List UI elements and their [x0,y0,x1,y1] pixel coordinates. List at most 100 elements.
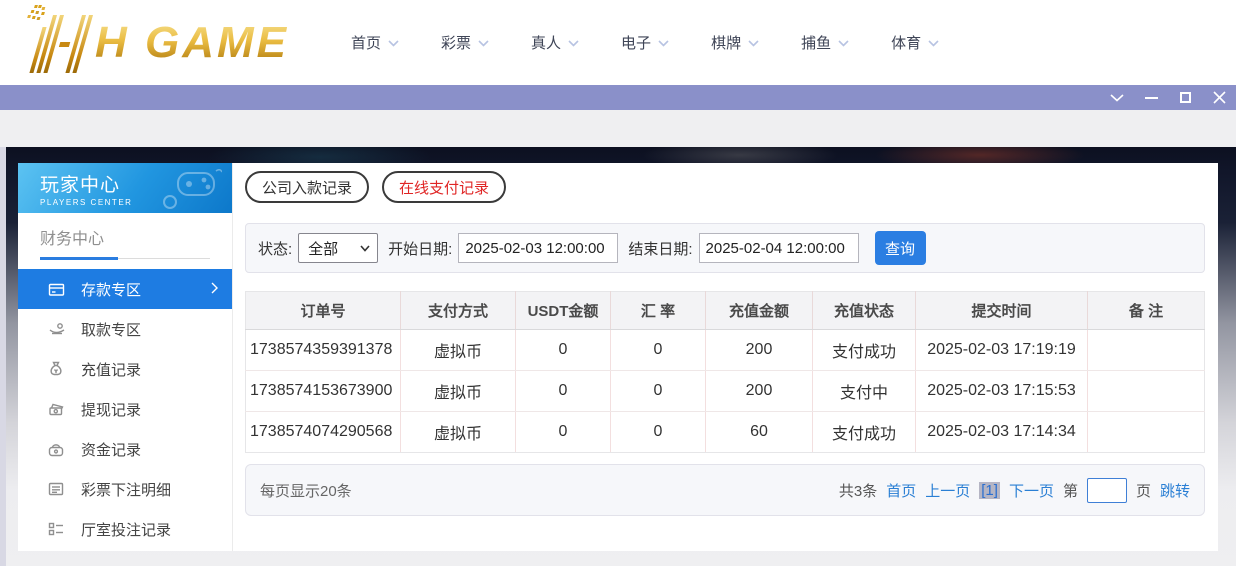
site-header: H GAME 首页 彩票 真人 电子 棋牌 [0,0,1236,85]
cell-usdt-amount: 0 [516,330,611,371]
tab-online-payment-records[interactable]: 在线支付记录 [382,171,506,203]
col-header-order-no: 订单号 [246,292,401,330]
window-minimize-icon[interactable] [1144,91,1158,105]
chevron-down-icon [388,40,399,47]
chevron-right-icon [211,282,218,294]
next-page-link[interactable]: 下一页 [1009,480,1054,501]
prev-page-link[interactable]: 上一页 [925,480,970,501]
per-page-label: 每页显示20条 [260,480,352,501]
sidebar-item-label: 资金记录 [81,439,141,460]
money-bag-icon [48,361,66,377]
sidebar-header: 玩家中心 PLAYERS CENTER [18,163,232,213]
cell-submit-time: 2025-02-03 17:15:53 [916,371,1088,412]
page-prefix-label: 第 [1063,480,1078,501]
chevron-down-icon [360,245,370,252]
sidebar-item-hall-bet-records[interactable]: 厅室投注记录 [18,509,232,549]
nav-item-board-games[interactable]: 棋牌 [711,32,759,53]
col-header-usdt-amount: USDT金额 [516,292,611,330]
sidebar-item-label: 彩票下注明细 [81,479,171,500]
left-scroll-strip [0,147,6,566]
sidebar-section-title: 财务中心 [40,225,210,259]
page-number-input[interactable] [1087,478,1127,503]
cell-payment-method: 虚拟币 [401,371,516,412]
app-window: H GAME 首页 彩票 真人 电子 棋牌 [0,0,1236,566]
logo-dots-decoration [34,5,38,8]
main-nav: 首页 彩票 真人 电子 棋牌 捕鱼 [351,32,939,53]
chevron-down-icon [568,40,579,47]
cell-payment-method: 虚拟币 [401,412,516,453]
cell-exchange-rate: 0 [611,412,706,453]
col-header-recharge-amount: 充值金额 [706,292,813,330]
deposit-card-icon [48,281,66,297]
nav-item-home[interactable]: 首页 [351,32,399,53]
end-date-label: 结束日期: [628,238,692,259]
first-page-link[interactable]: 首页 [886,480,916,501]
page-suffix-label: 页 [1136,480,1151,501]
sidebar-item-withdrawal-records[interactable]: 提现记录 [18,389,232,429]
tab-company-deposit-records[interactable]: 公司入款记录 [245,171,369,203]
sidebar-item-label: 充值记录 [81,359,141,380]
cell-recharge-status: 支付成功 [813,330,916,371]
window-close-icon[interactable] [1212,91,1226,105]
nav-item-lottery[interactable]: 彩票 [441,32,489,53]
cell-order-no: 1738574359391378 [246,330,401,371]
table-row: 1738574074290568 虚拟币 0 0 60 支付成功 2025-02… [246,412,1205,453]
window-collapse-icon[interactable] [1110,91,1124,105]
cell-recharge-status: 支付中 [813,371,916,412]
nav-item-slots[interactable]: 电子 [621,32,669,53]
window-maximize-icon[interactable] [1178,91,1192,105]
end-date-input[interactable] [699,233,859,263]
status-select-value: 全部 [308,238,338,259]
withdraw-hand-icon [48,321,66,337]
col-header-submit-time: 提交时间 [916,292,1088,330]
cell-submit-time: 2025-02-03 17:14:34 [916,412,1088,453]
nav-item-sports[interactable]: 体育 [891,32,939,53]
sidebar: 玩家中心 PLAYERS CENTER 财务中心 存款专区 [18,163,233,551]
cell-recharge-amount: 200 [706,330,813,371]
sidebar-item-label: 取款专区 [81,319,141,340]
chevron-down-icon [478,40,489,47]
site-logo[interactable]: H GAME [14,7,289,79]
page-gray-band [0,110,1236,147]
logo-text: H GAME [95,18,289,68]
sidebar-item-label: 存款专区 [81,279,141,300]
start-date-label: 开始日期: [388,238,452,259]
sidebar-item-funds-records[interactable]: 资金记录 [18,429,232,469]
player-center-panel: 玩家中心 PLAYERS CENTER 财务中心 存款专区 [18,163,1218,551]
cell-remark [1088,371,1205,412]
start-date-input[interactable] [458,233,618,263]
col-header-payment-method: 支付方式 [401,292,516,330]
jump-page-link[interactable]: 跳转 [1160,480,1190,501]
table-header-row: 订单号 支付方式 USDT金额 汇 率 充值金额 充值状态 提交时间 备 注 [246,292,1205,330]
sidebar-item-withdraw-zone[interactable]: 取款专区 [18,309,232,349]
pagination-bar: 每页显示20条 共3条 首页 上一页 [1] 下一页 第 页 跳转 [245,464,1205,516]
sidebar-item-label: 厅室投注记录 [81,519,171,540]
record-tabs: 公司入款记录 在线支付记录 [245,171,1205,203]
status-select[interactable]: 全部 [298,233,378,263]
cell-exchange-rate: 0 [611,371,706,412]
cell-usdt-amount: 0 [516,412,611,453]
sidebar-item-recharge-records[interactable]: 充值记录 [18,349,232,389]
col-header-exchange-rate: 汇 率 [611,292,706,330]
sidebar-item-lottery-bet-details[interactable]: 彩票下注明细 [18,469,232,509]
search-button[interactable]: 查询 [875,231,926,265]
main-content: 公司入款记录 在线支付记录 状态: 全部 开始日期: 结束日期: 查询 [233,163,1218,551]
nav-item-live[interactable]: 真人 [531,32,579,53]
sidebar-item-deposit-zone[interactable]: 存款专区 [18,269,232,309]
banknote-icon [48,401,66,417]
table-row: 1738574359391378 虚拟币 0 0 200 支付成功 2025-0… [246,330,1205,371]
pager: 共3条 首页 上一页 [1] 下一页 第 页 跳转 [839,478,1190,503]
cell-recharge-amount: 200 [706,371,813,412]
table-row: 1738574153673900 虚拟币 0 0 200 支付中 2025-02… [246,371,1205,412]
cell-payment-method: 虚拟币 [401,330,516,371]
nav-item-fishing[interactable]: 捕鱼 [801,32,849,53]
chevron-down-icon [658,40,669,47]
logo-h-icon [29,13,93,73]
cell-submit-time: 2025-02-03 17:19:19 [916,330,1088,371]
checklist-icon [48,521,66,537]
cell-order-no: 1738574153673900 [246,371,401,412]
current-page-indicator[interactable]: [1] [979,482,1000,499]
status-label: 状态: [258,238,292,259]
gamepad-icon [160,169,222,209]
purse-icon [48,441,66,457]
